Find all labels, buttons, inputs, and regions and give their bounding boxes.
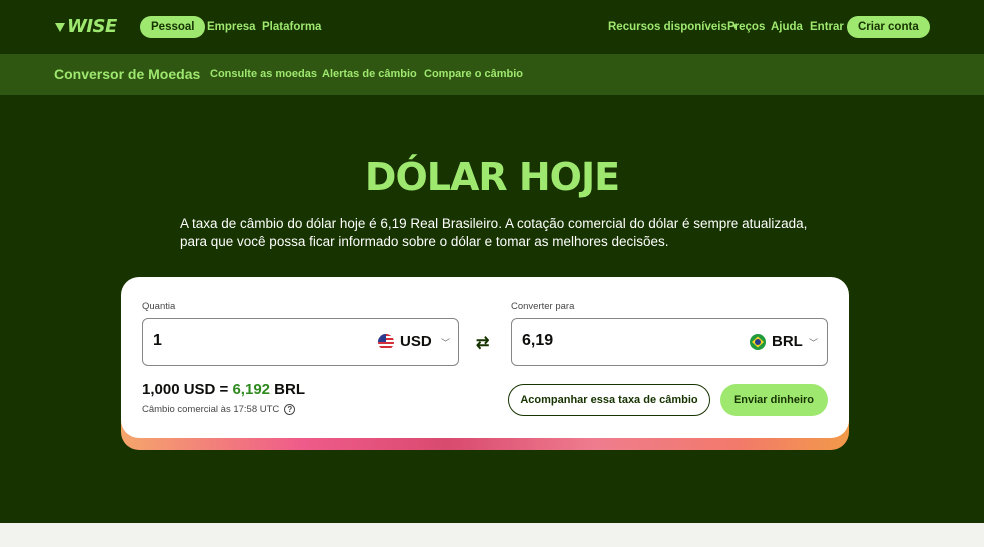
- amount-field[interactable]: 1 USD ﹀: [142, 318, 459, 366]
- exchange-rate: 1,000 USD = 6,192 BRL: [142, 381, 305, 398]
- convert-to-label: Converter para: [511, 301, 575, 312]
- nav-empresa[interactable]: Empresa: [207, 16, 256, 38]
- footer-strip: [0, 523, 984, 547]
- convert-to-input[interactable]: 6,19: [522, 332, 553, 350]
- help-icon[interactable]: ?: [284, 404, 296, 415]
- rate-note-text: Câmbio comercial às 17:58 UTC: [142, 404, 280, 415]
- amount-label: Quantia: [142, 301, 176, 312]
- rate-note: Câmbio comercial às 17:58 UTC ?: [142, 404, 296, 415]
- nav-ajuda[interactable]: Ajuda: [771, 16, 803, 38]
- logo-text: WISE: [67, 16, 117, 37]
- nav-entrar[interactable]: Entrar: [810, 16, 844, 38]
- track-rate-button[interactable]: Acompanhar essa taxa de câmbio: [508, 384, 710, 416]
- rate-value: 6,192: [232, 381, 271, 398]
- criar-conta-button[interactable]: Criar conta: [847, 16, 930, 38]
- wise-logo[interactable]: WISE: [54, 16, 117, 37]
- page-title: DÓLAR HOJE: [364, 155, 620, 199]
- to-currency-select[interactable]: BRL: [750, 333, 803, 350]
- from-currency-code: USD: [400, 333, 432, 350]
- wise-flag-icon: [54, 21, 66, 33]
- converter-card: Quantia 1 USD ﹀ ⇄ Converter para 6,19 BR…: [121, 277, 849, 438]
- us-flag-icon: [378, 333, 394, 350]
- nav-plataforma[interactable]: Plataforma: [262, 16, 321, 38]
- swap-currencies-icon[interactable]: ⇄: [476, 333, 489, 353]
- sub-navigation: Conversor de Moedas Consulte as moedas A…: [0, 54, 984, 95]
- nav-recursos-label: Recursos disponíveis: [608, 21, 727, 34]
- chevron-down-icon[interactable]: ﹀: [809, 336, 818, 349]
- nav-recursos-disponiveis[interactable]: Recursos disponíveis ▼: [608, 16, 739, 38]
- subnav-compare-cambio[interactable]: Compare o câmbio: [424, 68, 523, 80]
- subnav-alertas-cambio[interactable]: Alertas de câmbio: [322, 68, 417, 80]
- to-currency-code: BRL: [772, 333, 803, 350]
- rate-suffix: BRL: [270, 381, 306, 398]
- subnav-consulte-moedas[interactable]: Consulte as moedas: [210, 68, 317, 80]
- subnav-title[interactable]: Conversor de Moedas: [54, 66, 200, 82]
- from-currency-select[interactable]: USD: [378, 333, 432, 350]
- brazil-flag-icon: [750, 333, 766, 350]
- send-money-button[interactable]: Enviar dinheiro: [720, 384, 828, 416]
- chevron-down-icon[interactable]: ﹀: [441, 336, 450, 349]
- convert-to-field[interactable]: 6,19 BRL ﹀: [511, 318, 828, 366]
- top-navigation: WISE Pessoal Empresa Plataforma Recursos…: [0, 0, 984, 54]
- nav-pessoal[interactable]: Pessoal: [140, 16, 206, 38]
- hero-description: A taxa de câmbio do dólar hoje é 6,19 Re…: [180, 216, 808, 249]
- rate-prefix: 1,000 USD =: [142, 381, 233, 398]
- amount-input[interactable]: 1: [153, 332, 162, 350]
- nav-precos[interactable]: Preços: [727, 16, 765, 38]
